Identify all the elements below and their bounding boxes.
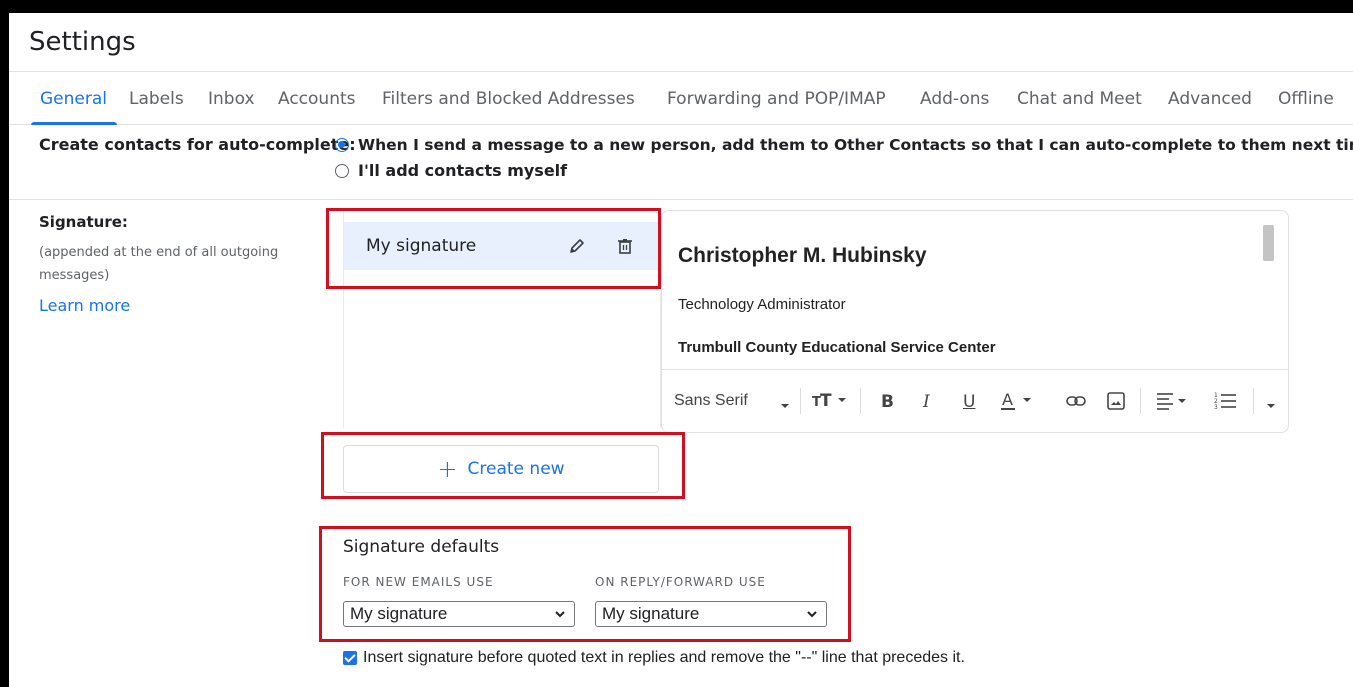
tab-general[interactable]: General [40, 89, 107, 109]
autocomplete-option-auto[interactable]: When I send a message to a new person, a… [335, 136, 1353, 154]
section-divider [9, 199, 1353, 200]
tab-labels[interactable]: Labels [129, 89, 184, 109]
signature-role: Technology Administrator [678, 296, 846, 313]
signature-org: Trumbull County Educational Service Cent… [678, 339, 996, 356]
tab-offline[interactable]: Offline [1278, 89, 1334, 109]
tab-chat-and-meet[interactable]: Chat and Meet [1017, 89, 1142, 109]
signature-list-item[interactable]: My signature [344, 222, 660, 270]
reply-forward-label: ON REPLY/FORWARD USE [595, 575, 766, 589]
italic-icon[interactable]: I [923, 392, 930, 412]
formatting-toolbar: Sans Serif TT B I U A 123 [662, 369, 1288, 433]
create-new-signature-button[interactable]: + Create new [343, 445, 659, 493]
plus-icon: + [437, 455, 458, 483]
tab-filters[interactable]: Filters and Blocked Addresses [382, 89, 635, 109]
text-size-icon[interactable]: TT [812, 390, 850, 415]
signature-label: Signature: [39, 213, 128, 231]
settings-tabs: General Labels Inbox Accounts Filters an… [9, 71, 1353, 125]
svg-text:3: 3 [1214, 404, 1218, 411]
font-chevron-down-icon[interactable] [780, 395, 790, 415]
radio-checked-icon[interactable] [335, 138, 349, 152]
toolbar-separator [1140, 388, 1141, 414]
autocomplete-option-manual[interactable]: I'll add contacts myself [335, 161, 567, 180]
chevron-down-icon [554, 606, 566, 627]
tab-inbox[interactable]: Inbox [208, 89, 255, 109]
text-color-icon[interactable]: A [1001, 390, 1037, 417]
font-select[interactable]: Sans Serif [674, 392, 748, 410]
editor-scrollbar[interactable] [1263, 225, 1274, 261]
trash-icon[interactable] [614, 235, 636, 257]
create-new-label: Create new [467, 459, 565, 479]
signature-list: My signature [343, 210, 661, 428]
link-icon[interactable] [1065, 391, 1087, 416]
svg-text:T: T [820, 391, 832, 410]
underline-icon[interactable]: U [963, 392, 975, 412]
tab-forwarding[interactable]: Forwarding and POP/IMAP [667, 89, 886, 109]
signature-item-label: My signature [366, 236, 477, 256]
page-title: Settings [29, 27, 136, 57]
autocomplete-label: Create contacts for auto-complete: [39, 135, 356, 154]
autocomplete-option-auto-text: When I send a message to a new person, a… [358, 136, 1353, 154]
signature-editor-body[interactable]: Christopher M. Hubinsky Technology Admin… [678, 211, 1258, 369]
autocomplete-option-manual-text: I'll add contacts myself [358, 161, 568, 180]
tab-add-ons[interactable]: Add-ons [920, 89, 989, 109]
tab-advanced[interactable]: Advanced [1168, 89, 1252, 109]
reply-forward-signature-select[interactable]: My signature [595, 601, 827, 627]
image-icon[interactable] [1106, 391, 1126, 416]
numbered-list-icon[interactable]: 123 [1214, 391, 1238, 416]
more-options-chevron-down-icon[interactable] [1266, 395, 1276, 415]
radio-unchecked-icon[interactable] [335, 163, 349, 178]
signature-defaults-title: Signature defaults [343, 537, 500, 557]
new-emails-signature-value: My signature [350, 604, 448, 623]
toolbar-separator [860, 388, 861, 414]
toolbar-separator [1253, 388, 1254, 414]
active-tab-indicator [31, 122, 117, 125]
tab-accounts[interactable]: Accounts [278, 89, 356, 109]
pencil-icon[interactable] [566, 235, 588, 257]
checkbox-checked-icon[interactable] [343, 651, 357, 665]
new-emails-label: FOR NEW EMAILS USE [343, 575, 494, 589]
insert-signature-option[interactable]: Insert signature before quoted text in r… [343, 649, 965, 667]
bold-icon[interactable]: B [881, 392, 894, 412]
insert-signature-text: Insert signature before quoted text in r… [363, 649, 965, 666]
signature-editor: Christopher M. Hubinsky Technology Admin… [661, 210, 1289, 433]
settings-window: Settings General Labels Inbox Accounts F… [9, 13, 1353, 687]
signature-description: (appended at the end of all outgoing mes… [39, 245, 279, 283]
svg-text:A: A [1002, 390, 1013, 409]
new-emails-signature-select[interactable]: My signature [343, 601, 575, 627]
chevron-down-icon [806, 606, 818, 627]
reply-forward-signature-value: My signature [602, 604, 700, 623]
learn-more-link[interactable]: Learn more [39, 296, 130, 315]
toolbar-separator [800, 388, 801, 414]
align-icon[interactable] [1156, 391, 1190, 416]
signature-name: Christopher M. Hubinsky [678, 244, 927, 267]
